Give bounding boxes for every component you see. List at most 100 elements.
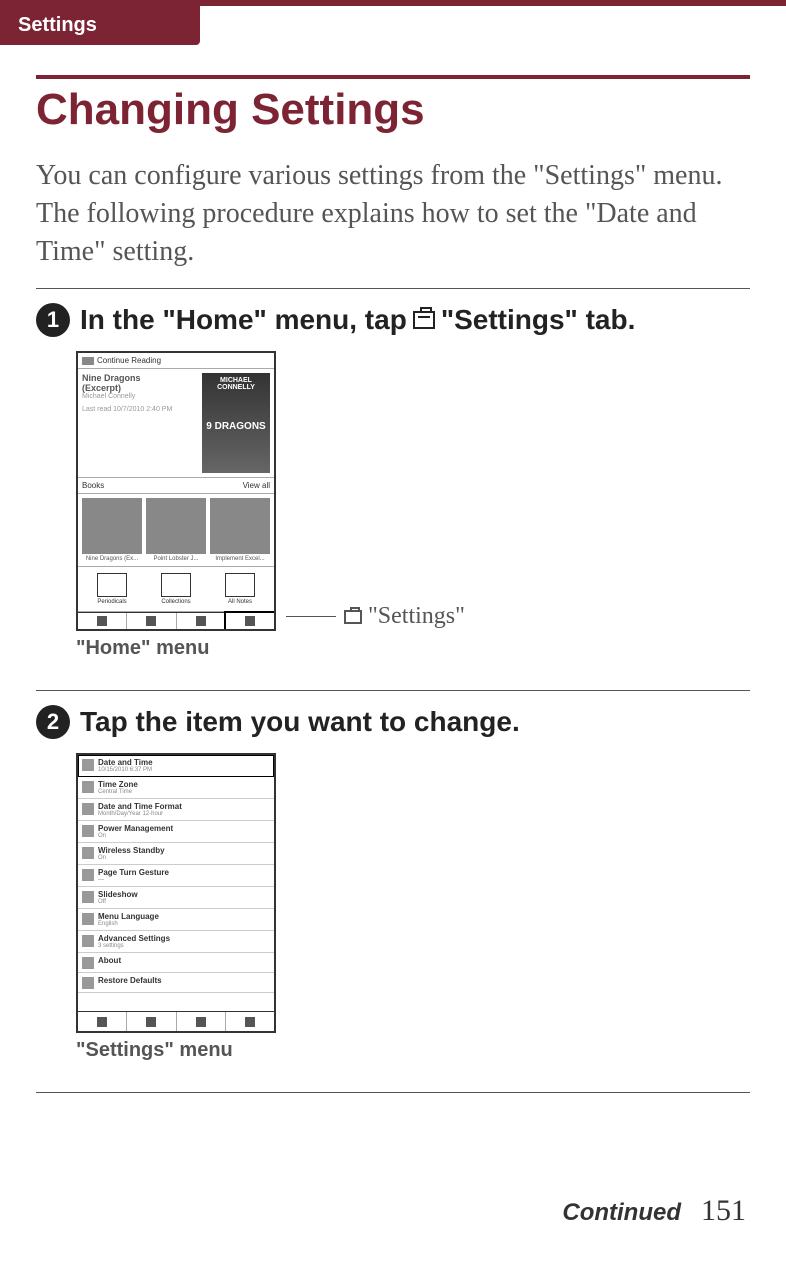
collections-icon: Collections (146, 573, 206, 605)
stab-3-icon (196, 1017, 206, 1027)
settings-row-icon (82, 803, 94, 815)
stab-3[interactable] (177, 1012, 226, 1031)
settings-row-title: Restore Defaults (98, 976, 270, 985)
allnotes-label: All Notes (210, 599, 270, 605)
tab-3[interactable] (177, 613, 226, 629)
tab-3-icon (196, 616, 206, 626)
tab-2[interactable] (127, 613, 176, 629)
settings-row-icon (82, 759, 94, 771)
settings-row-text: Date and Time FormatMonth/Day/Year 12-ho… (98, 802, 270, 817)
book-thumbs: Nine Dragons (Ex... Point Lobster J... I… (78, 494, 274, 567)
settings-bottom-tabs (78, 1011, 274, 1031)
step-1-text-after: "Settings" tab. (441, 304, 636, 336)
settings-row-icon (82, 825, 94, 837)
tab-settings[interactable] (225, 612, 275, 630)
settings-row-7[interactable]: Menu LanguageEnglish (78, 909, 274, 931)
settings-row-sub: On (98, 833, 270, 839)
settings-row-text: Time ZoneCentral Time (98, 780, 270, 795)
page-number: 151 (701, 1194, 746, 1228)
thumb-1-label: Nine Dragons (Ex... (82, 556, 142, 562)
settings-row-title: Time Zone (98, 780, 270, 789)
flag-icon (82, 357, 94, 365)
tab-home[interactable] (78, 613, 127, 629)
home-icons: Periodicals Collections All Notes (78, 567, 274, 612)
settings-row-sub: Off (98, 899, 270, 905)
step-1: 1 In the "Home" menu, tap "Settings" tab… (36, 303, 750, 660)
cover-line1: MICHAEL CONNELLY (204, 377, 268, 391)
divider-2 (36, 690, 750, 691)
divider-3 (36, 1092, 750, 1093)
settings-row-icon (82, 891, 94, 903)
continued-label: Continued (562, 1199, 681, 1227)
settings-row-1[interactable]: Time ZoneCentral Time (78, 777, 274, 799)
settings-row-title: Menu Language (98, 912, 270, 921)
home-main: Nine Dragons (Excerpt) Michael Connelly … (78, 369, 274, 477)
current-book-sub: (Excerpt) (82, 383, 198, 393)
settings-row-icon (82, 847, 94, 859)
stab-1[interactable] (78, 1012, 127, 1031)
settings-row-title: Date and Time (98, 758, 270, 767)
settings-row-5[interactable]: Page Turn Gesture— (78, 865, 274, 887)
thumb-1-img (82, 498, 142, 554)
settings-row-sub: 10/15/2010 6:37 PM (98, 767, 270, 773)
settings-row-8[interactable]: Advanced Settings3 settings (78, 931, 274, 953)
settings-row-text: Date and Time10/15/2010 6:37 PM (98, 758, 270, 773)
section-header: Settings (0, 6, 200, 45)
settings-row-6[interactable]: SlideshowOff (78, 887, 274, 909)
settings-row-icon (82, 977, 94, 989)
books-label: Books (82, 481, 104, 490)
divider (36, 288, 750, 289)
settings-row-icon (82, 935, 94, 947)
thumb-3-img (210, 498, 270, 554)
settings-row-3[interactable]: Power ManagementOn (78, 821, 274, 843)
home-left: Nine Dragons (Excerpt) Michael Connelly … (82, 373, 198, 473)
settings-caption: "Settings" menu (76, 1039, 750, 1062)
settings-row-title: Advanced Settings (98, 934, 270, 943)
settings-row-icon (82, 869, 94, 881)
books-bar: Books View all (78, 477, 274, 494)
step-2: 2 Tap the item you want to change. Date … (36, 705, 750, 1062)
step-2-number: 2 (36, 705, 70, 739)
settings-row-4[interactable]: Wireless StandbyOn (78, 843, 274, 865)
stab-2[interactable] (127, 1012, 176, 1031)
settings-row-9[interactable]: About (78, 953, 274, 973)
settings-row-0[interactable]: Date and Time10/15/2010 6:37 PM (78, 755, 274, 777)
home-tab-icon (97, 616, 107, 626)
settings-row-title: Power Management (98, 824, 270, 833)
current-book-title: Nine Dragons (82, 373, 198, 383)
bottom-tab-bar (78, 612, 274, 629)
collections-box (161, 573, 191, 597)
settings-row-text: Advanced Settings3 settings (98, 934, 270, 949)
settings-callout: "Settings" (286, 603, 465, 630)
collections-label: Collections (146, 599, 206, 605)
settings-row-sub: Month/Day/Year 12-hour (98, 811, 270, 817)
stab-4[interactable] (226, 1012, 274, 1031)
settings-row-text: Page Turn Gesture— (98, 868, 270, 883)
step-2-header: 2 Tap the item you want to change. (36, 705, 750, 739)
settings-row-sub: — (98, 877, 270, 883)
settings-row-text: About (98, 956, 270, 965)
step-1-header: 1 In the "Home" menu, tap "Settings" tab… (36, 303, 750, 337)
settings-row-text: Menu LanguageEnglish (98, 912, 270, 927)
thumb-1: Nine Dragons (Ex... (82, 498, 142, 562)
intro-text: You can configure various settings from … (36, 157, 750, 270)
periodicals-box (97, 573, 127, 597)
settings-row-text: Power ManagementOn (98, 824, 270, 839)
periodicals-label: Periodicals (82, 599, 142, 605)
thumb-2: Point Lobster J... (146, 498, 206, 562)
thumb-3-label: Implement Excel... (210, 556, 270, 562)
settings-row-2[interactable]: Date and Time FormatMonth/Day/Year 12-ho… (78, 799, 274, 821)
current-book-author: Michael Connelly (82, 393, 198, 400)
settings-row-sub: On (98, 855, 270, 861)
home-top-bar: Continue Reading (78, 353, 274, 369)
settings-row-10[interactable]: Restore Defaults (78, 973, 274, 993)
settings-icon (413, 311, 435, 329)
home-screenshot-block: Continue Reading Nine Dragons (Excerpt) … (76, 351, 750, 631)
settings-row-title: Page Turn Gesture (98, 868, 270, 877)
settings-row-icon (82, 781, 94, 793)
settings-device-frame: Date and Time10/15/2010 6:37 PM Time Zone… (76, 753, 276, 1033)
cover-line2: 9 DRAGONS (204, 421, 268, 432)
allnotes-box (225, 573, 255, 597)
page-content: Changing Settings You can configure vari… (0, 45, 786, 1093)
settings-row-title: About (98, 956, 270, 965)
